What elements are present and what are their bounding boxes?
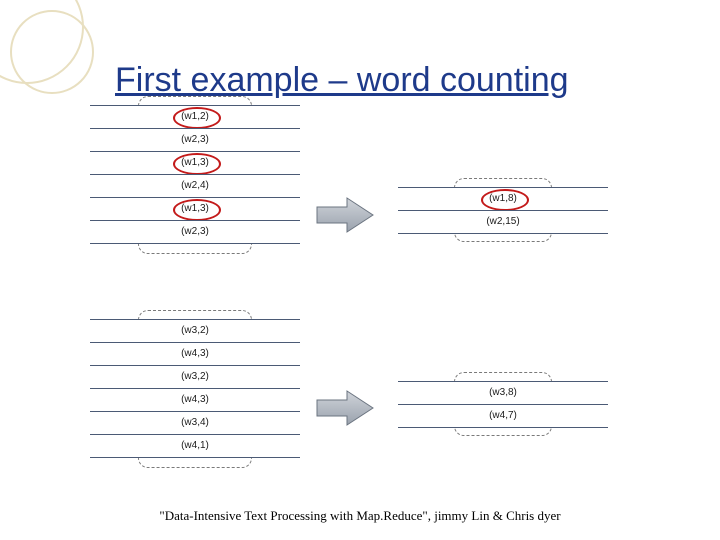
corner-decoration — [0, 0, 100, 100]
data-row: (w1,2) — [90, 105, 300, 129]
highlight-circle-icon — [173, 199, 221, 221]
data-row: (w3,2) — [90, 365, 300, 389]
footer-citation: "Data-Intensive Text Processing with Map… — [0, 508, 720, 524]
data-row: (w4,3) — [90, 342, 300, 366]
arrow-icon — [315, 195, 375, 235]
data-rows: (w3,2)(w4,3)(w3,2)(w4,3)(w3,4)(w4,1) — [90, 320, 300, 458]
highlight-circle-icon — [173, 153, 221, 175]
data-row: (w2,3) — [90, 128, 300, 152]
highlight-circle-icon — [173, 107, 221, 129]
data-row: (w4,3) — [90, 388, 300, 412]
data-row: (w4,1) — [90, 434, 300, 458]
arrow-icon — [315, 388, 375, 428]
data-row: (w3,4) — [90, 411, 300, 435]
data-row: (w3,8) — [398, 381, 608, 405]
data-rows: (w1,8)(w2,15) — [398, 188, 608, 234]
data-row: (w2,3) — [90, 220, 300, 244]
highlight-circle-icon — [481, 189, 529, 211]
page-title: First example – word counting — [115, 61, 569, 100]
data-row: (w2,4) — [90, 174, 300, 198]
data-rows: (w1,2)(w2,3)(w1,3)(w2,4)(w1,3)(w2,3) — [90, 106, 300, 244]
data-row: (w1,3) — [90, 151, 300, 175]
data-row: (w3,2) — [90, 319, 300, 343]
data-row: (w2,15) — [398, 210, 608, 234]
data-row: (w1,8) — [398, 187, 608, 211]
data-rows: (w3,8)(w4,7) — [398, 382, 608, 428]
data-row: (w4,7) — [398, 404, 608, 428]
data-row: (w1,3) — [90, 197, 300, 221]
